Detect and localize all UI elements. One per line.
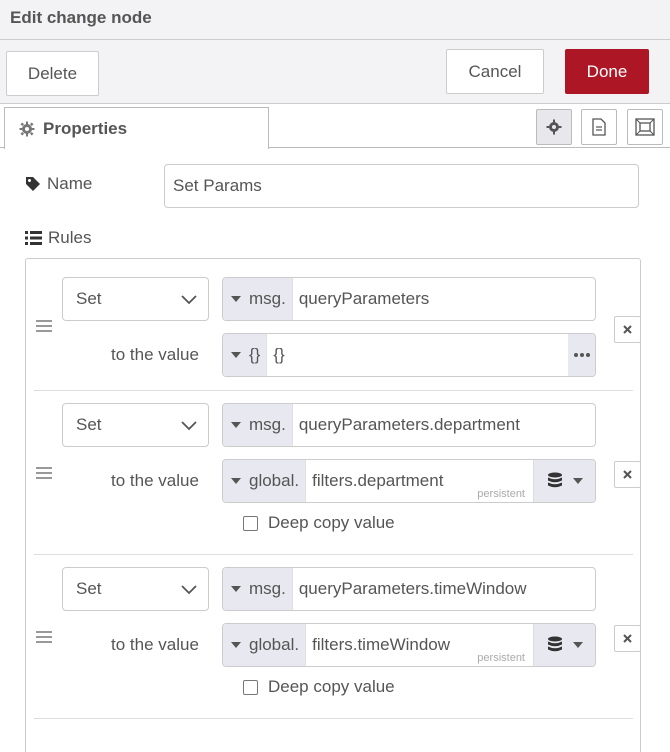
properties-panel: Name Set Params Rules Set msg. queryPara… bbox=[0, 148, 670, 752]
tag-icon bbox=[26, 177, 40, 191]
rule-value-input[interactable]: {} {} bbox=[222, 333, 596, 377]
deep-copy-row[interactable]: Deep copy value bbox=[243, 513, 395, 533]
remove-rule-button[interactable] bbox=[614, 625, 641, 652]
appearance-tab-button[interactable] bbox=[627, 109, 663, 145]
close-icon bbox=[623, 634, 632, 643]
to-value-label: to the value bbox=[111, 471, 199, 490]
to-value-label: to the value bbox=[111, 635, 199, 654]
delete-button[interactable]: Delete bbox=[6, 51, 99, 96]
chevron-down-icon bbox=[181, 295, 197, 305]
deep-copy-checkbox[interactable] bbox=[243, 679, 258, 695]
tab-bar: Properties bbox=[0, 104, 670, 149]
settings-tab-button[interactable] bbox=[536, 109, 572, 145]
target-type-button[interactable]: msg. bbox=[223, 568, 293, 610]
database-icon bbox=[547, 636, 562, 652]
deep-copy-label: Deep copy value bbox=[268, 677, 395, 696]
rule-value: {} bbox=[273, 345, 285, 364]
deep-copy-checkbox[interactable] bbox=[243, 515, 258, 531]
document-icon bbox=[592, 118, 606, 136]
rule-item: Set msg. queryParameters to the value {}… bbox=[34, 259, 641, 390]
rule-item: Set msg. queryParameters.timeWindow to t… bbox=[34, 555, 641, 718]
rule-action-value: Set bbox=[76, 579, 102, 598]
context-store-button[interactable] bbox=[533, 624, 595, 666]
caret-down-icon bbox=[572, 642, 583, 648]
gear-icon bbox=[546, 119, 562, 135]
rule-value-input[interactable]: global. filters.department persistent bbox=[222, 459, 596, 503]
rule-target-input[interactable]: msg. queryParameters.department bbox=[222, 403, 596, 447]
drag-handle-icon[interactable] bbox=[36, 631, 52, 646]
tray-header: Edit change node bbox=[0, 0, 670, 40]
value-type-button[interactable]: global. bbox=[223, 460, 307, 502]
value-type-button[interactable]: global. bbox=[223, 624, 307, 666]
chevron-down-icon bbox=[181, 585, 197, 595]
target-type-label: msg. bbox=[249, 289, 286, 308]
gear-icon bbox=[19, 121, 35, 136]
drag-handle-icon[interactable] bbox=[36, 467, 52, 482]
deep-copy-row[interactable]: Deep copy value bbox=[243, 677, 395, 697]
node-appearance-icon bbox=[635, 118, 655, 136]
drag-handle-icon[interactable] bbox=[36, 320, 52, 335]
remove-rule-button[interactable] bbox=[614, 316, 641, 343]
value-type-button[interactable]: {} bbox=[223, 334, 268, 376]
remove-rule-button[interactable] bbox=[614, 461, 641, 488]
tray-title: Edit change node bbox=[10, 8, 152, 27]
rule-item: Set msg. queryParameters.department to t… bbox=[34, 391, 641, 554]
tray-toolbar: Delete Cancel Done bbox=[0, 40, 670, 104]
close-icon bbox=[623, 325, 632, 334]
rule-value-input[interactable]: global. filters.timeWindow persistent bbox=[222, 623, 596, 667]
done-button[interactable]: Done bbox=[565, 49, 649, 94]
target-value: queryParameters.timeWindow bbox=[298, 579, 527, 598]
target-value: queryParameters bbox=[298, 289, 430, 308]
database-icon bbox=[547, 472, 562, 488]
value-type-label: {} bbox=[249, 345, 261, 364]
target-type-label: msg. bbox=[249, 415, 286, 434]
name-label: Name bbox=[47, 174, 93, 193]
name-label-row: Name bbox=[25, 174, 92, 194]
rules-list: Set msg. queryParameters to the value {}… bbox=[25, 258, 641, 752]
rules-label-row: Rules bbox=[25, 228, 91, 248]
cancel-button[interactable]: Cancel bbox=[446, 49, 544, 94]
close-icon bbox=[623, 470, 632, 479]
rule-action-select[interactable]: Set bbox=[62, 567, 209, 611]
context-store-label: persistent bbox=[477, 488, 525, 500]
to-value-label: to the value bbox=[111, 345, 199, 364]
rule-target-input[interactable]: msg. queryParameters bbox=[222, 277, 596, 321]
chevron-down-icon bbox=[181, 421, 197, 431]
rule-target-input[interactable]: msg. queryParameters.timeWindow bbox=[222, 567, 596, 611]
value-type-label: global. bbox=[249, 471, 300, 490]
target-value: queryParameters.department bbox=[298, 415, 520, 434]
tab-properties[interactable]: Properties bbox=[4, 107, 269, 149]
rule-action-select[interactable]: Set bbox=[62, 403, 209, 447]
target-type-label: msg. bbox=[249, 579, 286, 598]
value-type-label: global. bbox=[249, 635, 300, 654]
rule-action-select[interactable]: Set bbox=[62, 277, 209, 321]
tab-properties-label: Properties bbox=[43, 118, 128, 138]
rules-label: Rules bbox=[48, 228, 92, 247]
rule-divider bbox=[34, 718, 633, 719]
target-type-button[interactable]: msg. bbox=[223, 278, 293, 320]
expand-editor-button[interactable] bbox=[568, 334, 595, 376]
rule-action-value: Set bbox=[76, 415, 102, 434]
name-input[interactable]: Set Params bbox=[164, 164, 639, 208]
deep-copy-label: Deep copy value bbox=[268, 513, 395, 532]
context-store-label: persistent bbox=[477, 652, 525, 664]
caret-down-icon bbox=[572, 478, 583, 484]
target-type-button[interactable]: msg. bbox=[223, 404, 293, 446]
rule-action-value: Set bbox=[76, 289, 102, 308]
context-store-button[interactable] bbox=[533, 460, 595, 502]
description-tab-button[interactable] bbox=[581, 109, 617, 145]
list-icon bbox=[25, 231, 42, 245]
